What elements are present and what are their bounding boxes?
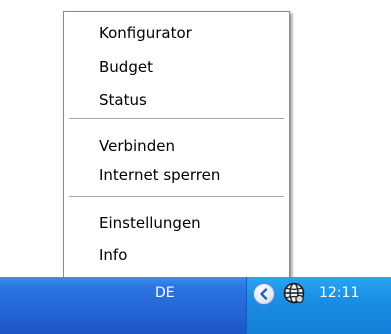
- system-tray: 12:11: [246, 277, 391, 334]
- language-indicator[interactable]: DE: [155, 285, 175, 301]
- menu-item-internet-sperren[interactable]: Internet sperren: [65, 160, 288, 190]
- chevron-left-icon[interactable]: [253, 283, 275, 305]
- menu-item-status[interactable]: Status: [65, 85, 288, 115]
- menu-item-konfigurator[interactable]: Konfigurator: [65, 18, 288, 48]
- clock[interactable]: 12:11: [319, 285, 359, 301]
- globe-icon[interactable]: [283, 282, 305, 304]
- menu-item-budget[interactable]: Budget: [65, 52, 288, 82]
- context-menu: Konfigurator Budget Status Verbinden Int…: [63, 11, 290, 295]
- menu-item-einstellungen[interactable]: Einstellungen: [65, 208, 288, 238]
- menu-separator: [69, 196, 284, 198]
- menu-separator: [69, 118, 284, 120]
- taskbar: DE 12:11: [0, 277, 391, 334]
- menu-item-info[interactable]: Info: [65, 240, 288, 270]
- menu-item-verbinden[interactable]: Verbinden: [65, 131, 288, 161]
